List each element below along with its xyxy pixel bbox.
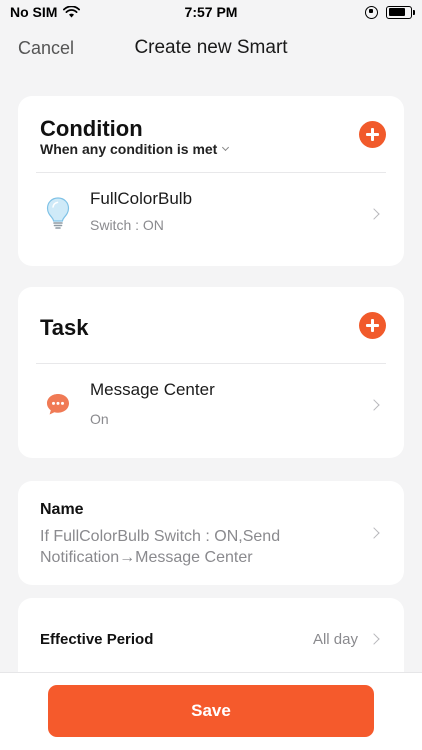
divider [36, 363, 386, 364]
add-task-button[interactable] [359, 312, 386, 339]
chevron-right-icon [368, 399, 380, 411]
clock: 7:57 PM [184, 4, 238, 20]
message-icon [47, 394, 69, 415]
add-condition-button[interactable] [359, 121, 386, 148]
effective-period-label: Effective Period [40, 631, 154, 648]
task-title: Task [40, 315, 89, 340]
footer: Save [0, 672, 422, 750]
effective-period-value: All day [312, 631, 358, 648]
task-item-subtitle: On [90, 411, 109, 427]
task-item-title: Message Center [90, 380, 215, 399]
rotation-lock-icon [365, 5, 378, 19]
condition-card: Condition When any condition is met Full… [18, 96, 404, 266]
battery-icon [386, 5, 415, 19]
chevron-right-icon [368, 527, 380, 539]
condition-mode-selector[interactable]: When any condition is met [40, 141, 230, 157]
name-card[interactable]: Name If FullColorBulb Switch : ON,Send N… [18, 481, 404, 585]
divider [36, 172, 386, 173]
chevron-down-icon [222, 143, 230, 152]
page-title: Create new Smart [134, 37, 288, 58]
status-right [365, 5, 415, 19]
condition-item-subtitle: Switch : ON [90, 217, 164, 233]
chevron-right-icon [368, 208, 380, 220]
nav-bar: Cancel Create new Smart [0, 24, 422, 72]
status-bar: No SIM 7:57 PM [0, 0, 422, 24]
task-item[interactable]: Message Center On [18, 375, 404, 455]
condition-title: Condition [40, 116, 143, 141]
task-card: Task Message Center On [18, 287, 404, 458]
condition-mode-label: When any condition is met [40, 141, 218, 157]
chevron-right-icon [368, 633, 380, 645]
condition-item[interactable]: FullColorBulb Switch : ON [18, 184, 404, 264]
condition-item-title: FullColorBulb [90, 189, 193, 208]
name-label: Name [40, 501, 84, 518]
save-button[interactable]: Save [48, 685, 374, 737]
name-value: If FullColorBulb Switch : ON,Send Notifi… [40, 528, 281, 566]
bulb-icon [46, 197, 70, 229]
